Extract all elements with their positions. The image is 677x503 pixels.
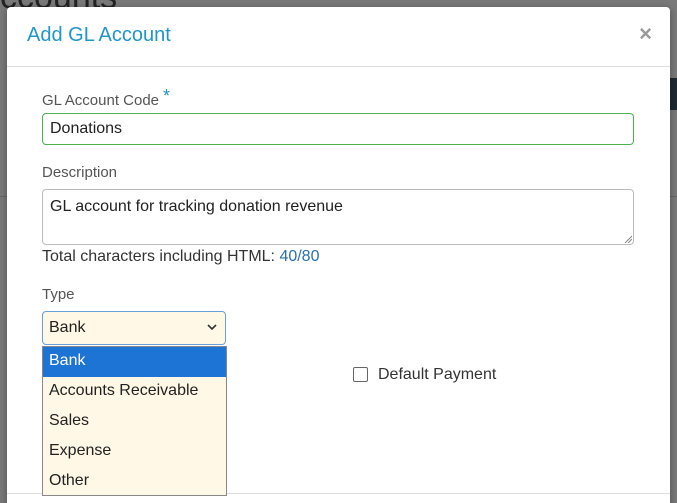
chevron-down-icon (207, 324, 217, 331)
modal-header: Add GL Account × (7, 7, 670, 67)
dropdown-option-expense[interactable]: Expense (43, 437, 226, 467)
gl-account-code-label: GL Account Code * (42, 86, 171, 110)
type-select[interactable]: Bank (42, 311, 226, 345)
character-count: Total characters including HTML: 40/80 (42, 248, 319, 266)
gl-account-code-label-text: GL Account Code (42, 92, 160, 109)
type-select-value: Bank (49, 319, 86, 336)
type-dropdown-list: Bank Accounts Receivable Sales Expense O… (42, 346, 227, 496)
gl-account-code-input[interactable] (42, 113, 634, 145)
dropdown-option-other[interactable]: Other (43, 467, 226, 497)
description-textarea[interactable]: GL account for tracking donation revenue (42, 189, 634, 245)
character-count-value: 40/80 (279, 248, 320, 265)
checkbox-icon[interactable] (353, 367, 368, 382)
required-star-icon: * (163, 86, 171, 106)
dropdown-option-sales[interactable]: Sales (43, 407, 226, 437)
description-label: Description (42, 164, 118, 181)
character-count-prefix: Total characters including HTML: (42, 248, 280, 265)
dropdown-option-bank[interactable]: Bank (43, 347, 226, 377)
type-label: Type (42, 286, 75, 303)
modal-title: Add GL Account (27, 24, 171, 46)
close-icon[interactable]: × (639, 23, 652, 45)
dropdown-option-accounts-receivable[interactable]: Accounts Receivable (43, 377, 226, 407)
resize-grip-icon[interactable] (624, 235, 632, 243)
default-payment-label: Default Payment (378, 366, 497, 383)
